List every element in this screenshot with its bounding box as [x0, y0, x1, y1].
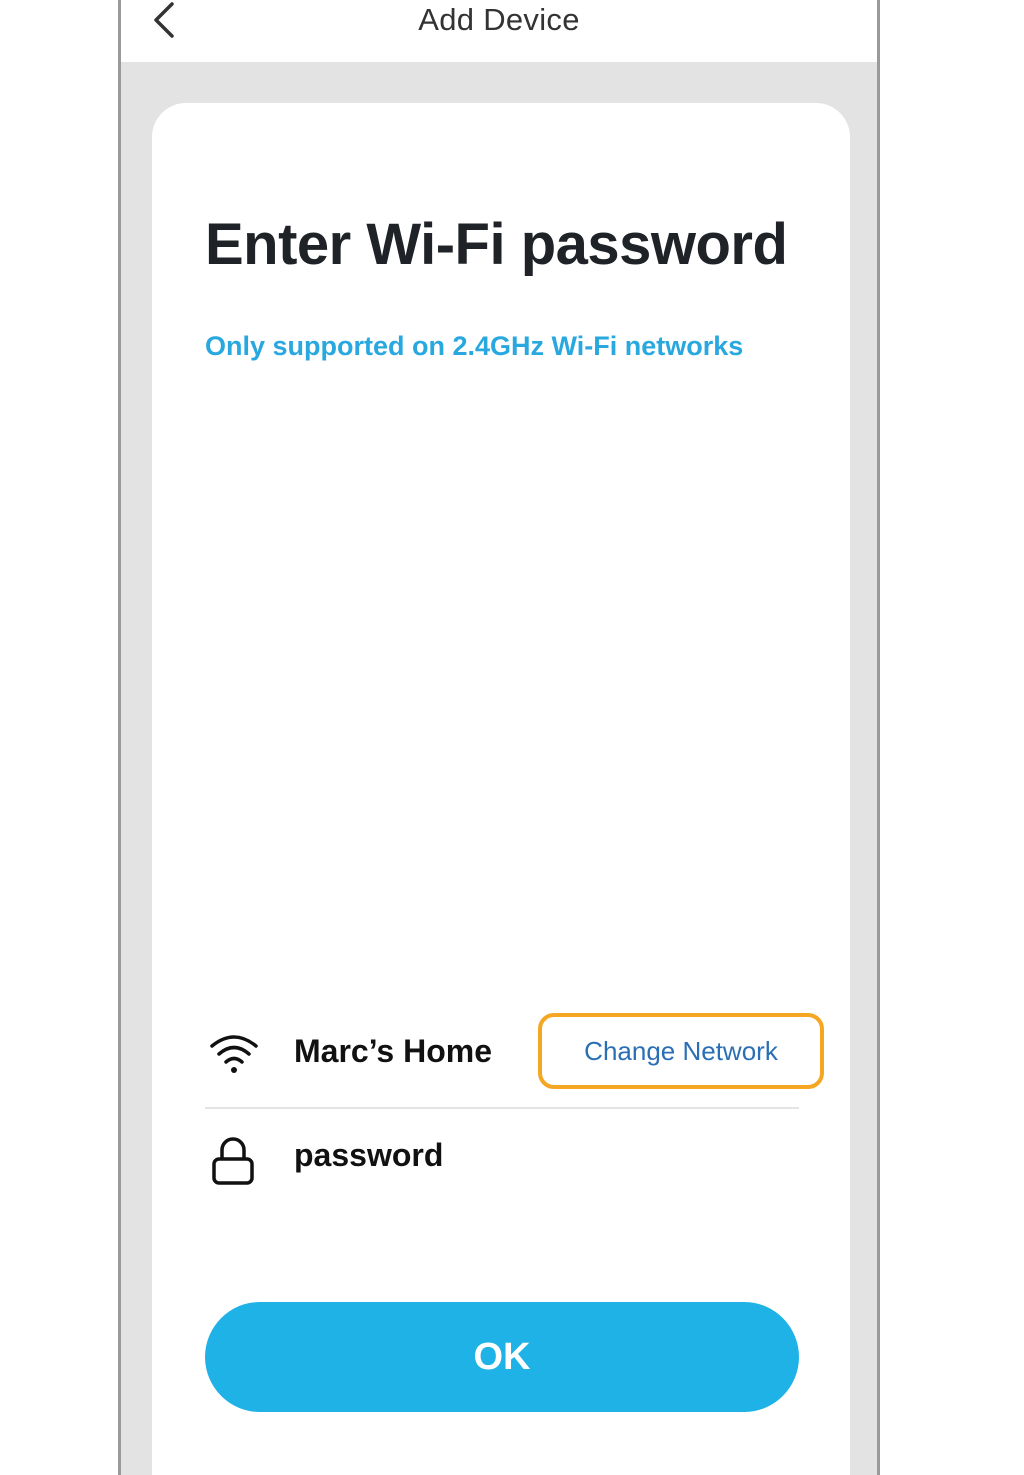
screen-heading: Enter Wi-Fi password	[205, 212, 788, 277]
network-name: Marc’s Home	[294, 1033, 492, 1069]
password-input[interactable]: password	[294, 1137, 443, 1174]
phone-screen: Add Device Enter Wi-Fi password Only sup…	[118, 0, 880, 1475]
content-card: Enter Wi-Fi password Only supported on 2…	[152, 103, 850, 1475]
ok-button[interactable]: OK	[205, 1302, 799, 1412]
wifi-icon	[210, 1035, 258, 1073]
lock-icon	[212, 1137, 254, 1185]
navigation-bar: Add Device	[121, 0, 877, 62]
network-row: Marc’s Home Change Network	[205, 1008, 855, 1096]
password-field[interactable]: password	[205, 1113, 799, 1213]
frequency-note: Only supported on 2.4GHz Wi-Fi networks	[205, 331, 744, 361]
divider	[205, 1107, 799, 1109]
change-network-button[interactable]: Change Network	[538, 1013, 824, 1089]
page-title: Add Device	[418, 2, 580, 37]
